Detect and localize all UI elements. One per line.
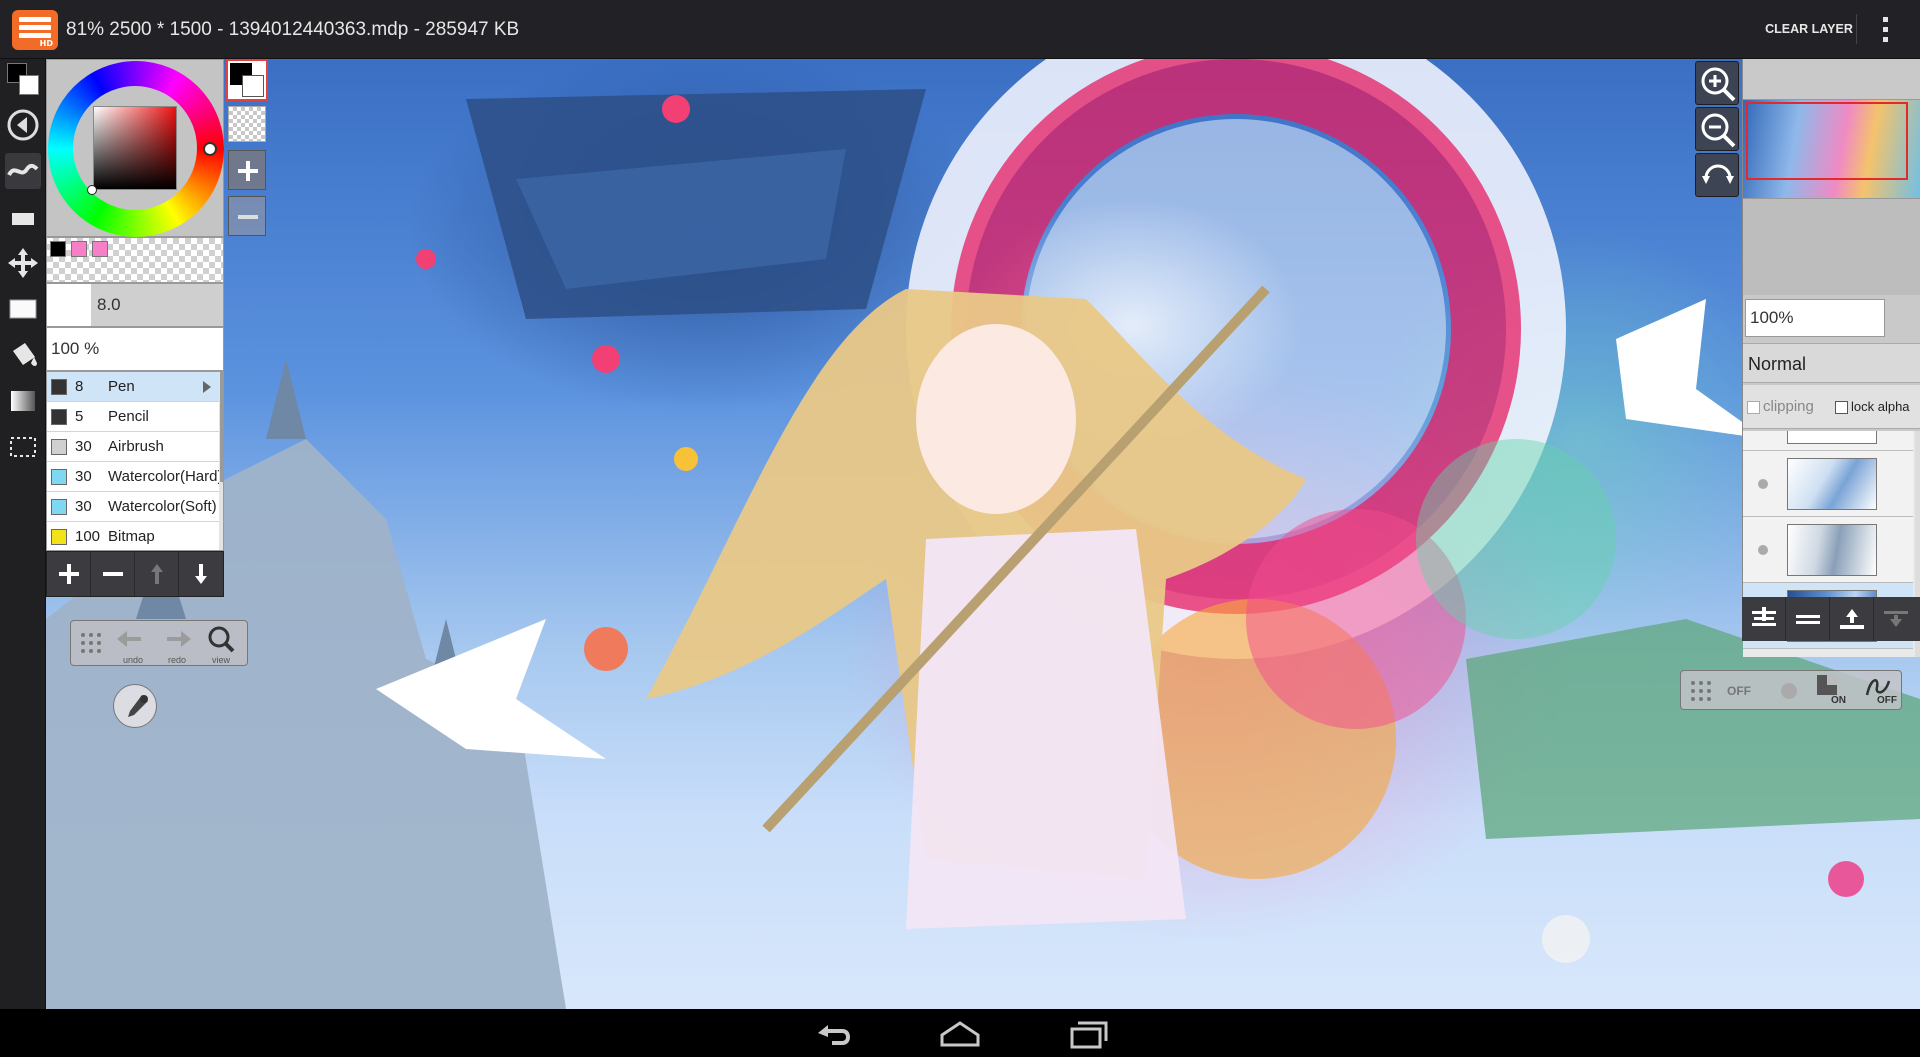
layer-item[interactable] <box>1743 451 1913 517</box>
drag-grip-icon[interactable] <box>77 629 107 659</box>
assist-toggle-strip: OFF ON OFF <box>1680 670 1902 710</box>
hd-badge: HD <box>39 39 53 48</box>
merge-layer-up-icon[interactable] <box>1830 597 1874 641</box>
delete-layer-icon[interactable] <box>1786 597 1830 641</box>
move-brush-down-icon[interactable] <box>179 552 223 596</box>
app-window: HD 81% 2500 * 1500 - 1394012440363.mdp -… <box>0 0 1920 1057</box>
rotate-icon[interactable] <box>1695 153 1739 197</box>
brush-item-pen[interactable]: 8 Pen <box>47 372 219 402</box>
brush-item-bitmap[interactable]: 100 Bitmap <box>47 522 219 550</box>
transparent-color-icon[interactable] <box>228 106 266 142</box>
move-brush-up-icon[interactable] <box>135 552 179 596</box>
swatch-pink[interactable] <box>71 241 87 257</box>
remove-swatch-button[interactable] <box>228 196 266 236</box>
move-icon[interactable] <box>5 245 41 281</box>
eyedropper-button[interactable] <box>113 684 157 728</box>
brush-actions-bar <box>46 551 224 597</box>
layer-item[interactable] <box>1743 517 1913 583</box>
layer-item[interactable] <box>1743 431 1913 451</box>
redo-button[interactable]: redo <box>155 623 199 665</box>
snap-dot-icon[interactable] <box>1781 683 1797 699</box>
android-navigation-bar <box>0 1009 1920 1057</box>
layer-blend-mode[interactable]: Normal <box>1743 343 1920 383</box>
color-wheel[interactable] <box>46 59 224 237</box>
swatch-pink-2[interactable] <box>92 241 108 257</box>
brush-item-watercolor-hard[interactable]: 30 Watercolor(Hard) <box>47 462 219 492</box>
clear-layer-button[interactable]: CLEAR LAYER <box>1748 0 1870 59</box>
tool-palette <box>0 59 46 1009</box>
fill-icon[interactable] <box>5 291 41 327</box>
eyedropper-icon <box>128 695 148 717</box>
layer-opacity-field[interactable]: 100% <box>1745 299 1885 337</box>
fg-bg-color-picker[interactable] <box>226 59 268 101</box>
saturation-value-square[interactable] <box>93 106 177 190</box>
toolbar-divider <box>1856 14 1857 44</box>
layer-actions-bar <box>1742 597 1920 641</box>
redo-icon <box>167 631 191 647</box>
merge-layer-down-icon[interactable] <box>1874 597 1918 641</box>
brush-icon[interactable] <box>5 153 41 189</box>
gradient-icon[interactable] <box>5 383 41 419</box>
view-button[interactable]: view <box>199 623 243 665</box>
history-toolbar: undo redo view <box>70 620 248 666</box>
drawing-canvas[interactable] <box>46 59 1920 1009</box>
drag-grip-icon <box>1691 681 1711 701</box>
brush-item-airbrush[interactable]: 30 Airbrush <box>47 432 219 462</box>
back-nav-icon[interactable] <box>802 1013 862 1053</box>
home-nav-icon[interactable] <box>930 1013 990 1053</box>
brush-size-slider[interactable]: 8.0 <box>46 283 224 327</box>
zoom-out-icon[interactable] <box>1695 107 1739 151</box>
eraser-icon[interactable] <box>5 199 41 235</box>
color-swatches <box>46 237 224 283</box>
brush-size-value: 8.0 <box>97 295 121 314</box>
undo-button[interactable]: undo <box>111 623 155 665</box>
menu-app-icon[interactable]: HD <box>12 10 58 50</box>
zoom-controls <box>1692 59 1742 199</box>
lock-alpha-checkbox[interactable]: lock alpha <box>1835 385 1910 429</box>
artwork <box>46 59 1920 1009</box>
search-icon <box>208 626 235 653</box>
brush-item-pencil[interactable]: 5 Pencil <box>47 402 219 432</box>
brush-item-watercolor-soft[interactable]: 30 Watercolor(Soft) <box>47 492 219 522</box>
layer-visibility-icon[interactable] <box>1758 545 1768 555</box>
recents-nav-icon[interactable] <box>1058 1013 1118 1053</box>
document-title: 81% 2500 * 1500 - 1394012440363.mdp - 28… <box>66 19 520 40</box>
brush-options-arrow-icon[interactable] <box>203 381 211 393</box>
add-layer-icon[interactable] <box>1742 597 1786 641</box>
layer-panel: 100% Normal clipping lock alpha <box>1742 59 1920 657</box>
layer-thumbnail <box>1787 458 1877 510</box>
clipping-checkbox[interactable]: clipping <box>1747 385 1814 429</box>
brush-list-scrollbar[interactable] <box>219 372 223 550</box>
overflow-menu-icon[interactable] <box>1872 14 1900 46</box>
hue-knob[interactable] <box>203 142 217 156</box>
fg-bg-color-icon[interactable] <box>5 61 41 97</box>
remove-brush-icon[interactable] <box>91 552 135 596</box>
bucket-icon[interactable] <box>5 337 41 373</box>
brush-list: 8 Pen 5 Pencil 30 Airbrush 30 Watercolor… <box>46 371 224 551</box>
swatch-black[interactable] <box>50 241 66 257</box>
title-bar: HD 81% 2500 * 1500 - 1394012440363.mdp -… <box>0 0 1920 59</box>
layer-visibility-icon[interactable] <box>1758 479 1768 489</box>
layer-options: clipping lock alpha <box>1743 385 1920 429</box>
brush-preview <box>47 284 91 326</box>
brush-opacity-value: 100 % <box>51 339 100 358</box>
zoom-in-icon[interactable] <box>1695 61 1739 105</box>
selection-icon[interactable] <box>5 429 41 465</box>
layer-thumbnail <box>1787 524 1877 576</box>
navigator-thumbnail[interactable] <box>1743 99 1920 199</box>
add-brush-icon[interactable] <box>47 552 91 596</box>
undo-icon <box>117 631 141 647</box>
stabilizer-toggle[interactable]: OFF <box>1877 695 1897 706</box>
add-swatch-button[interactable] <box>228 150 266 190</box>
brush-opacity-slider[interactable]: 100 % <box>46 327 224 371</box>
navigator-viewport[interactable] <box>1746 102 1908 180</box>
layer-thumbnail <box>1787 431 1877 444</box>
snap-toggle[interactable]: OFF <box>1727 671 1751 711</box>
tone-toggle[interactable]: ON <box>1831 695 1846 706</box>
back-icon[interactable] <box>5 107 41 143</box>
sv-knob[interactable] <box>87 185 97 195</box>
